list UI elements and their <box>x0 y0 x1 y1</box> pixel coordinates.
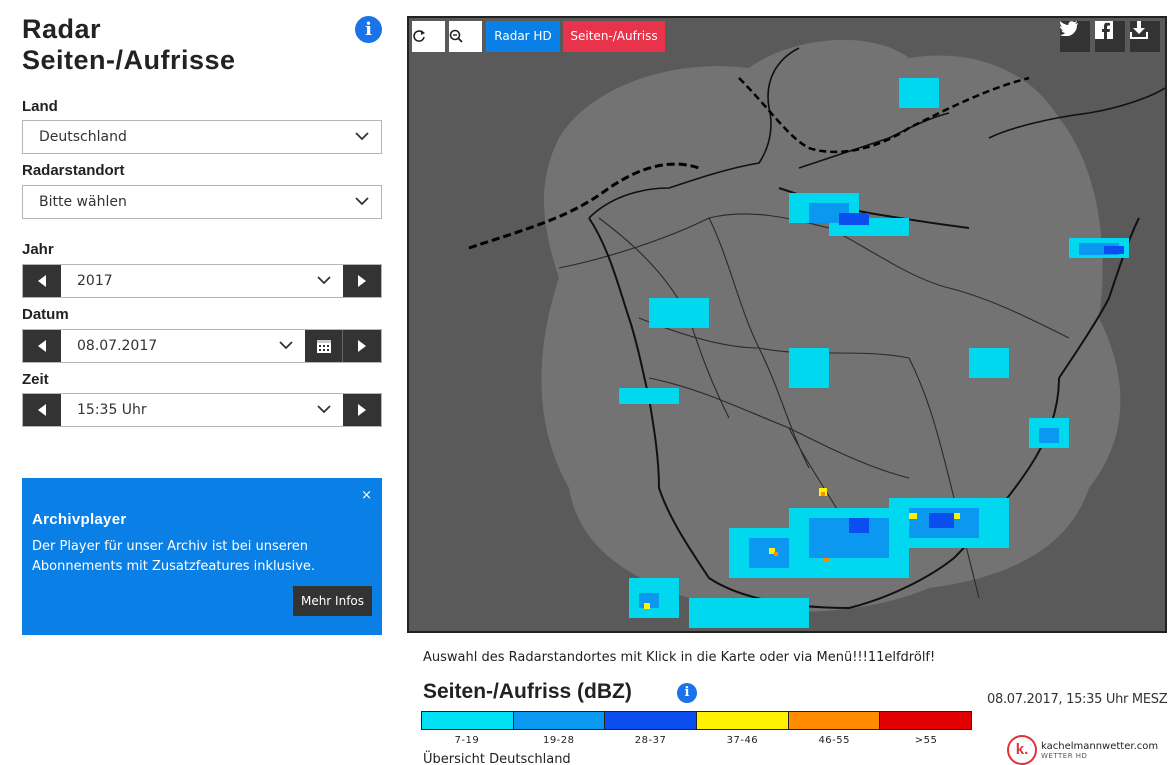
sections-button[interactable]: Seiten-/Aufriss <box>563 21 665 52</box>
chevron-down-icon <box>317 405 331 414</box>
legend-info-icon[interactable]: i <box>677 683 697 703</box>
color-swatch-label: 19-28 <box>542 735 575 746</box>
time-select[interactable]: 15:35 Uhr <box>61 394 343 426</box>
arrow-right-icon <box>358 275 366 287</box>
color-scale <box>421 711 972 730</box>
map-hint: Auswahl des Radarstandortes mit Klick in… <box>423 650 936 665</box>
year-value: 2017 <box>77 273 113 289</box>
year-stepper: 2017 <box>22 264 382 298</box>
brand-logo[interactable]: k. kachelmannwetter.com WETTER HD <box>1007 735 1158 765</box>
refresh-icon <box>413 30 425 42</box>
archive-promo: × Archivplayer Der Player für unser Arch… <box>22 478 382 635</box>
color-swatch <box>513 712 606 729</box>
legend-title: Seiten-/Aufriss (dBZ) <box>423 680 632 703</box>
arrow-right-icon <box>358 404 366 416</box>
chevron-down-icon <box>355 132 369 141</box>
overview-label: Übersicht Deutschland <box>423 752 571 765</box>
date-next-button[interactable] <box>343 330 381 362</box>
arrow-left-icon <box>38 404 46 416</box>
country-select[interactable]: Deutschland <box>22 120 382 154</box>
color-swatch-label: >55 <box>914 735 938 746</box>
color-swatch-label: 7-19 <box>454 735 480 746</box>
promo-text: Der Player für unser Archiv ist bei unse… <box>32 539 316 574</box>
time-prev-button[interactable] <box>23 394 61 426</box>
chevron-down-icon <box>317 276 331 285</box>
time-stepper: 15:35 Uhr <box>22 393 382 427</box>
color-swatch-label: 46-55 <box>818 735 850 746</box>
brand-name: kachelmannwetter.com <box>1041 740 1159 752</box>
radar-hd-button[interactable]: Radar HD <box>486 21 560 52</box>
station-value: Bitte wählen <box>39 194 127 210</box>
date-stepper: 08.07.2017 <box>22 329 382 363</box>
download-button[interactable] <box>1130 21 1160 52</box>
date-label: Datum <box>22 306 69 323</box>
arrow-left-icon <box>38 275 46 287</box>
color-swatch-label: 37-46 <box>726 735 759 746</box>
chevron-down-icon <box>355 197 369 206</box>
year-select[interactable]: 2017 <box>61 265 343 297</box>
download-icon <box>1130 21 1148 39</box>
page-title-line2: Seiten-/Aufrisse <box>22 45 236 75</box>
time-value: 15:35 Uhr <box>77 402 147 418</box>
color-swatch <box>788 712 881 729</box>
info-icon[interactable]: i <box>355 16 382 43</box>
radar-map[interactable]: Radar HD Seiten-/Aufriss <box>407 16 1167 633</box>
country-value: Deutschland <box>39 129 127 145</box>
promo-title: Archivplayer <box>32 511 127 528</box>
more-info-button[interactable]: Mehr Infos <box>293 586 372 616</box>
radar-map-canvas <box>468 39 1165 628</box>
twitter-icon <box>1060 21 1078 36</box>
station-label: Radarstandort <box>22 162 125 179</box>
chevron-down-icon <box>279 341 293 350</box>
color-swatch <box>880 712 972 729</box>
twitter-button[interactable] <box>1060 21 1090 52</box>
refresh-button[interactable] <box>412 21 445 52</box>
brand-logo-mark: k. <box>1007 735 1037 765</box>
color-swatch-label: 28-37 <box>634 735 667 746</box>
page: Radar Seiten-/Aufrisse i Land Deutschlan… <box>0 0 1173 765</box>
brand-subtitle: WETTER HD <box>1041 751 1088 760</box>
arrow-left-icon <box>38 340 46 352</box>
close-icon[interactable]: × <box>361 488 372 503</box>
time-next-button[interactable] <box>343 394 381 426</box>
color-swatch <box>697 712 789 729</box>
date-prev-button[interactable] <box>23 330 61 362</box>
year-next-button[interactable] <box>343 265 381 297</box>
color-swatch <box>422 712 514 729</box>
calendar-button[interactable] <box>305 330 343 362</box>
page-title: Radar Seiten-/Aufrisse <box>22 14 322 76</box>
timestamp: 08.07.2017, 15:35 Uhr MESZ <box>987 692 1168 707</box>
color-scale-labels: 7-19 19-28 28-37 37-46 46-55 >55 <box>421 735 972 746</box>
zoom-out-icon <box>449 29 463 43</box>
color-swatch <box>605 712 698 729</box>
arrow-right-icon <box>358 340 366 352</box>
year-prev-button[interactable] <box>23 265 61 297</box>
sidebar: Radar Seiten-/Aufrisse i Land Deutschlan… <box>22 14 382 427</box>
date-value: 08.07.2017 <box>77 338 158 354</box>
country-label: Land <box>22 98 58 115</box>
facebook-icon <box>1095 21 1113 39</box>
station-select[interactable]: Bitte wählen <box>22 185 382 219</box>
page-title-line1: Radar <box>22 14 102 44</box>
zoom-out-button[interactable] <box>449 21 482 52</box>
date-select[interactable]: 08.07.2017 <box>61 330 305 362</box>
calendar-icon <box>316 340 331 353</box>
time-label: Zeit <box>22 371 49 388</box>
year-label: Jahr <box>22 241 54 258</box>
facebook-button[interactable] <box>1095 21 1125 52</box>
